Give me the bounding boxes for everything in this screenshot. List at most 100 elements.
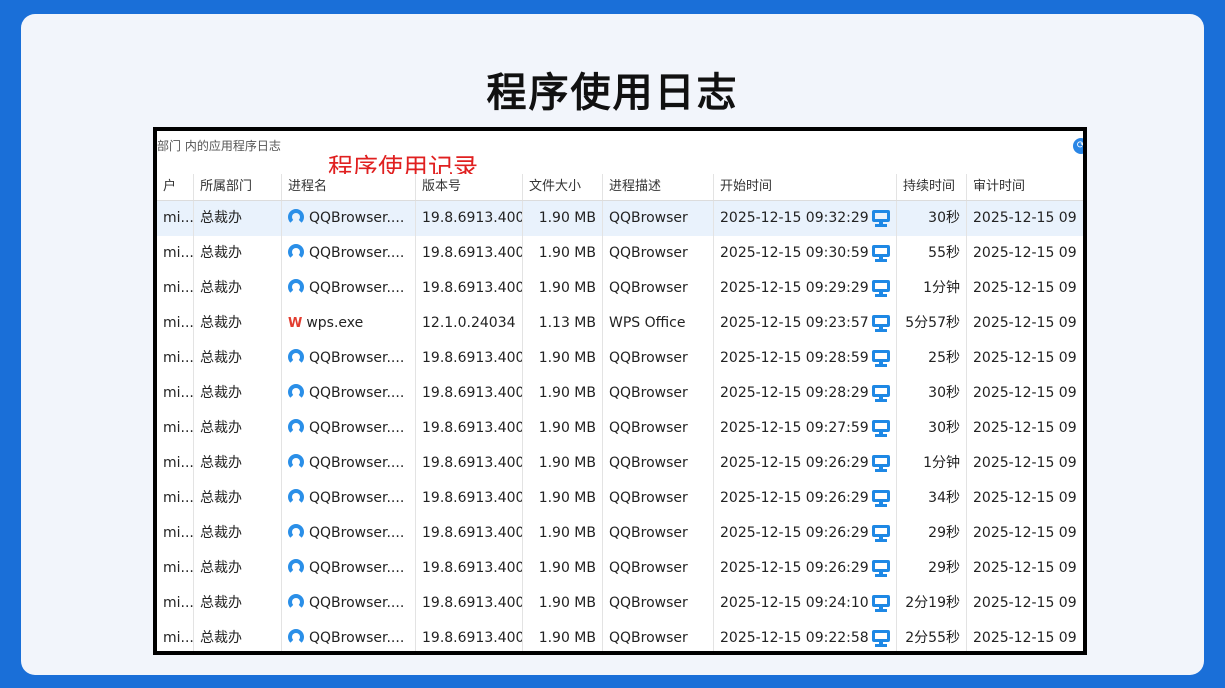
cell-ver: 19.8.6913.400 — [416, 481, 523, 516]
cell-size: 1.13 MB — [523, 306, 603, 341]
cell-audit: 2025-12-15 09 — [967, 306, 1083, 341]
cell-desc: QQBrowser — [603, 481, 714, 516]
monitor-icon[interactable] — [872, 315, 890, 332]
process-name: QQBrowser.... — [309, 210, 405, 226]
monitor-icon[interactable] — [872, 595, 890, 612]
process-name: QQBrowser.... — [309, 420, 405, 436]
table-row[interactable]: mi... 总裁办 Wwps.exe 12.1.0.24034 1.13 MB WPS O… — [157, 306, 1083, 341]
table-row[interactable]: mi... 总裁办 QQBrowser.... 19.8.6913.400 1.90 M… — [157, 516, 1083, 551]
col-process[interactable]: 进程名 — [282, 174, 416, 200]
cell-audit: 2025-12-15 09 — [967, 376, 1083, 411]
table-row[interactable]: mi... 总裁办 QQBrowser.... 19.8.6913.400 1.90 M… — [157, 586, 1083, 621]
cell-size: 1.90 MB — [523, 446, 603, 481]
cell-dept: 总裁办 — [194, 516, 282, 551]
col-description[interactable]: 进程描述 — [603, 174, 714, 200]
cell-start: 2025-12-15 09:32:29 — [714, 201, 897, 236]
qqbrowser-icon — [288, 559, 304, 575]
cell-start: 2025-12-15 09:22:58 — [714, 621, 897, 651]
cell-desc: QQBrowser — [603, 516, 714, 551]
cell-dept: 总裁办 — [194, 411, 282, 446]
cell-dept: 总裁办 — [194, 446, 282, 481]
monitor-icon[interactable] — [872, 525, 890, 542]
table-row[interactable]: mi... 总裁办 QQBrowser.... 19.8.6913.400 1.90 M… — [157, 376, 1083, 411]
qqbrowser-icon — [288, 279, 304, 295]
cell-ver: 12.1.0.24034 — [416, 306, 523, 341]
cell-size: 1.90 MB — [523, 236, 603, 271]
monitor-icon[interactable] — [872, 560, 890, 577]
cell-size: 1.90 MB — [523, 481, 603, 516]
monitor-icon[interactable] — [872, 350, 890, 367]
cell-desc: WPS Office — [603, 306, 714, 341]
cell-user: mi... — [157, 271, 194, 306]
cell-user: mi... — [157, 376, 194, 411]
cell-desc: QQBrowser — [603, 621, 714, 651]
cell-desc: QQBrowser — [603, 551, 714, 586]
cell-proc: QQBrowser.... — [282, 411, 416, 446]
monitor-icon[interactable] — [872, 455, 890, 472]
refresh-icon[interactable]: ⟳ — [1073, 138, 1083, 154]
cell-dept: 总裁办 — [194, 551, 282, 586]
monitor-icon[interactable] — [872, 490, 890, 507]
cell-start: 2025-12-15 09:26:29 — [714, 446, 897, 481]
qqbrowser-icon — [288, 629, 304, 645]
cell-ver: 19.8.6913.400 — [416, 341, 523, 376]
cell-ver: 19.8.6913.400 — [416, 516, 523, 551]
process-name: QQBrowser.... — [309, 525, 405, 541]
cell-ver: 19.8.6913.400 — [416, 271, 523, 306]
col-size[interactable]: 文件大小 — [523, 174, 603, 200]
cell-ver: 19.8.6913.400 — [416, 446, 523, 481]
col-start-time[interactable]: 开始时间 — [714, 174, 897, 200]
cell-dur: 29秒 — [897, 551, 967, 586]
table-row[interactable]: mi... 总裁办 QQBrowser.... 19.8.6913.400 1.90 M… — [157, 341, 1083, 376]
monitor-icon[interactable] — [872, 385, 890, 402]
cell-start: 2025-12-15 09:23:57 — [714, 306, 897, 341]
table-row[interactable]: mi... 总裁办 QQBrowser.... 19.8.6913.400 1.90 M… — [157, 201, 1083, 236]
cell-user: mi... — [157, 446, 194, 481]
col-version[interactable]: 版本号 — [416, 174, 523, 200]
wps-icon: W — [288, 316, 303, 331]
qqbrowser-icon — [288, 244, 304, 260]
start-time-text: 2025-12-15 09:26:29 — [720, 525, 869, 541]
table-row[interactable]: mi... 总裁办 QQBrowser.... 19.8.6913.400 1.90 M… — [157, 446, 1083, 481]
monitor-icon[interactable] — [872, 630, 890, 647]
table-row[interactable]: mi... 总裁办 QQBrowser.... 19.8.6913.400 1.90 M… — [157, 271, 1083, 306]
process-name: QQBrowser.... — [309, 455, 405, 471]
table-row[interactable]: mi... 总裁办 QQBrowser.... 19.8.6913.400 1.90 M… — [157, 551, 1083, 586]
col-user[interactable]: 户 — [157, 174, 194, 200]
table-row[interactable]: mi... 总裁办 QQBrowser.... 19.8.6913.400 1.90 M… — [157, 481, 1083, 516]
cell-start: 2025-12-15 09:28:29 — [714, 376, 897, 411]
cell-audit: 2025-12-15 09 — [967, 341, 1083, 376]
cell-ver: 19.8.6913.400 — [416, 551, 523, 586]
cell-user: mi... — [157, 586, 194, 621]
cell-dur: 25秒 — [897, 341, 967, 376]
start-time-text: 2025-12-15 09:30:59 — [720, 245, 869, 261]
cell-dur: 30秒 — [897, 411, 967, 446]
cell-dept: 总裁办 — [194, 271, 282, 306]
table-row[interactable]: mi... 总裁办 QQBrowser.... 19.8.6913.400 1.90 M… — [157, 411, 1083, 446]
page-title: 程序使用日志 — [486, 70, 739, 116]
cell-start: 2025-12-15 09:26:29 — [714, 481, 897, 516]
cell-start: 2025-12-15 09:26:29 — [714, 516, 897, 551]
cell-dept: 总裁办 — [194, 306, 282, 341]
monitor-icon[interactable] — [872, 420, 890, 437]
col-dept[interactable]: 所属部门 — [194, 174, 282, 200]
start-time-text: 2025-12-15 09:27:59 — [720, 420, 869, 436]
table-row[interactable]: mi... 总裁办 QQBrowser.... 19.8.6913.400 1.90 M… — [157, 621, 1083, 651]
cell-dur: 2分55秒 — [897, 621, 967, 651]
monitor-icon[interactable] — [872, 245, 890, 262]
cell-proc: QQBrowser.... — [282, 341, 416, 376]
cell-size: 1.90 MB — [523, 621, 603, 651]
monitor-icon[interactable] — [872, 280, 890, 297]
window-caption: 部门 内的应用程序日志 ⟳ — [157, 131, 1083, 161]
start-time-text: 2025-12-15 09:23:57 — [720, 315, 869, 331]
table-row[interactable]: mi... 总裁办 QQBrowser.... 19.8.6913.400 1.90 M… — [157, 236, 1083, 271]
monitor-icon[interactable] — [872, 210, 890, 227]
col-audit-time[interactable]: 审计时间 — [967, 174, 1083, 200]
cell-start: 2025-12-15 09:29:29 — [714, 271, 897, 306]
cell-dur: 5分57秒 — [897, 306, 967, 341]
cell-dept: 总裁办 — [194, 481, 282, 516]
col-duration[interactable]: 持续时间 — [897, 174, 967, 200]
cell-audit: 2025-12-15 09 — [967, 446, 1083, 481]
cell-user: mi... — [157, 516, 194, 551]
cell-proc: QQBrowser.... — [282, 201, 416, 236]
